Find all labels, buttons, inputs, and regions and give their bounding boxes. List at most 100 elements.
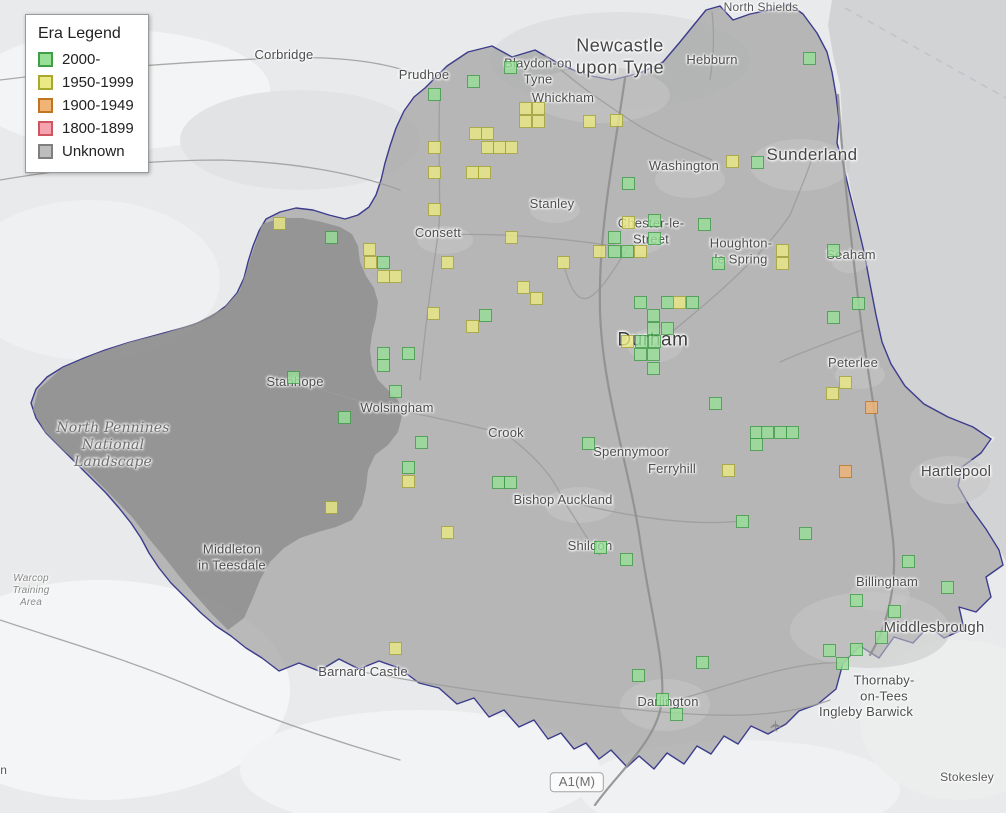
era-marker-2000[interactable] (751, 156, 764, 169)
era-marker-2000[interactable] (888, 605, 901, 618)
era-marker-19501999[interactable] (364, 256, 377, 269)
era-marker-19501999[interactable] (622, 216, 635, 229)
era-marker-2000[interactable] (377, 359, 390, 372)
era-marker-2000[interactable] (803, 52, 816, 65)
era-marker-2000[interactable] (836, 657, 849, 670)
era-marker-19501999[interactable] (428, 203, 441, 216)
era-marker-2000[interactable] (621, 245, 634, 258)
era-marker-2000[interactable] (647, 362, 660, 375)
era-marker-2000[interactable] (377, 256, 390, 269)
era-marker-2000[interactable] (402, 461, 415, 474)
era-marker-2000[interactable] (686, 296, 699, 309)
era-marker-2000[interactable] (712, 257, 725, 270)
era-marker-19501999[interactable] (481, 127, 494, 140)
era-marker-19501999[interactable] (532, 102, 545, 115)
era-marker-2000[interactable] (786, 426, 799, 439)
era-marker-19501999[interactable] (583, 115, 596, 128)
era-marker-19501999[interactable] (389, 270, 402, 283)
era-marker-2000[interactable] (670, 708, 683, 721)
era-marker-19501999[interactable] (722, 464, 735, 477)
era-marker-2000[interactable] (634, 348, 647, 361)
era-marker-2000[interactable] (287, 371, 300, 384)
era-marker-2000[interactable] (635, 335, 648, 348)
era-marker-2000[interactable] (823, 644, 836, 657)
era-marker-19501999[interactable] (441, 526, 454, 539)
era-marker-2000[interactable] (709, 397, 722, 410)
era-marker-19501999[interactable] (466, 320, 479, 333)
era-marker-19501999[interactable] (325, 501, 338, 514)
basemap-canvas (0, 0, 1006, 813)
era-marker-19501999[interactable] (530, 292, 543, 305)
era-marker-19501999[interactable] (776, 257, 789, 270)
map-viewport[interactable]: North ShieldsNewcastleupon TyneHebburnHe… (0, 0, 1006, 813)
era-marker-2000[interactable] (648, 214, 661, 227)
era-marker-19501999[interactable] (593, 245, 606, 258)
era-marker-19501999[interactable] (402, 475, 415, 488)
era-marker-2000[interactable] (647, 322, 660, 335)
era-marker-19501999[interactable] (519, 115, 532, 128)
era-marker-2000[interactable] (850, 594, 863, 607)
era-marker-19501999[interactable] (389, 642, 402, 655)
era-marker-2000[interactable] (852, 297, 865, 310)
era-marker-2000[interactable] (648, 232, 661, 245)
era-marker-19501999[interactable] (826, 387, 839, 400)
legend-item-1950-1999: 1950-1999 (38, 74, 134, 91)
era-marker-19501999[interactable] (673, 296, 686, 309)
era-marker-2000[interactable] (648, 335, 661, 348)
era-marker-2000[interactable] (504, 476, 517, 489)
era-marker-2000[interactable] (504, 61, 517, 74)
era-marker-19501999[interactable] (621, 335, 634, 348)
era-marker-2000[interactable] (467, 75, 480, 88)
era-marker-2000[interactable] (622, 177, 635, 190)
era-marker-2000[interactable] (696, 656, 709, 669)
era-marker-19501999[interactable] (428, 141, 441, 154)
era-marker-2000[interactable] (338, 411, 351, 424)
era-marker-2000[interactable] (415, 436, 428, 449)
era-marker-2000[interactable] (632, 669, 645, 682)
era-marker-19001949[interactable] (865, 401, 878, 414)
era-marker-19501999[interactable] (505, 141, 518, 154)
era-marker-19501999[interactable] (634, 245, 647, 258)
era-marker-2000[interactable] (850, 643, 863, 656)
era-marker-2000[interactable] (620, 553, 633, 566)
era-marker-2000[interactable] (647, 309, 660, 322)
era-marker-2000[interactable] (827, 244, 840, 257)
era-marker-19501999[interactable] (610, 114, 623, 127)
era-marker-19501999[interactable] (273, 217, 286, 230)
era-marker-2000[interactable] (875, 631, 888, 644)
era-marker-2000[interactable] (594, 541, 607, 554)
era-marker-2000[interactable] (402, 347, 415, 360)
era-marker-19501999[interactable] (726, 155, 739, 168)
era-marker-2000[interactable] (698, 218, 711, 231)
era-marker-2000[interactable] (827, 311, 840, 324)
era-marker-19501999[interactable] (839, 376, 852, 389)
era-marker-2000[interactable] (902, 555, 915, 568)
era-marker-2000[interactable] (428, 88, 441, 101)
era-marker-2000[interactable] (647, 348, 660, 361)
era-marker-19501999[interactable] (478, 166, 491, 179)
era-marker-2000[interactable] (634, 296, 647, 309)
era-marker-19501999[interactable] (519, 102, 532, 115)
era-marker-2000[interactable] (608, 231, 621, 244)
era-marker-19501999[interactable] (557, 256, 570, 269)
era-marker-2000[interactable] (608, 245, 621, 258)
era-marker-19001949[interactable] (839, 465, 852, 478)
era-marker-2000[interactable] (941, 581, 954, 594)
era-marker-2000[interactable] (656, 693, 669, 706)
era-marker-2000[interactable] (750, 438, 763, 451)
era-marker-19501999[interactable] (441, 256, 454, 269)
era-marker-19501999[interactable] (776, 244, 789, 257)
era-marker-2000[interactable] (582, 437, 595, 450)
era-marker-19501999[interactable] (428, 166, 441, 179)
era-marker-2000[interactable] (736, 515, 749, 528)
era-marker-19501999[interactable] (363, 243, 376, 256)
era-marker-19501999[interactable] (505, 231, 518, 244)
era-marker-19501999[interactable] (517, 281, 530, 294)
era-marker-2000[interactable] (389, 385, 402, 398)
era-marker-19501999[interactable] (532, 115, 545, 128)
era-marker-2000[interactable] (661, 322, 674, 335)
era-marker-2000[interactable] (325, 231, 338, 244)
era-marker-19501999[interactable] (427, 307, 440, 320)
era-marker-2000[interactable] (479, 309, 492, 322)
era-marker-2000[interactable] (799, 527, 812, 540)
